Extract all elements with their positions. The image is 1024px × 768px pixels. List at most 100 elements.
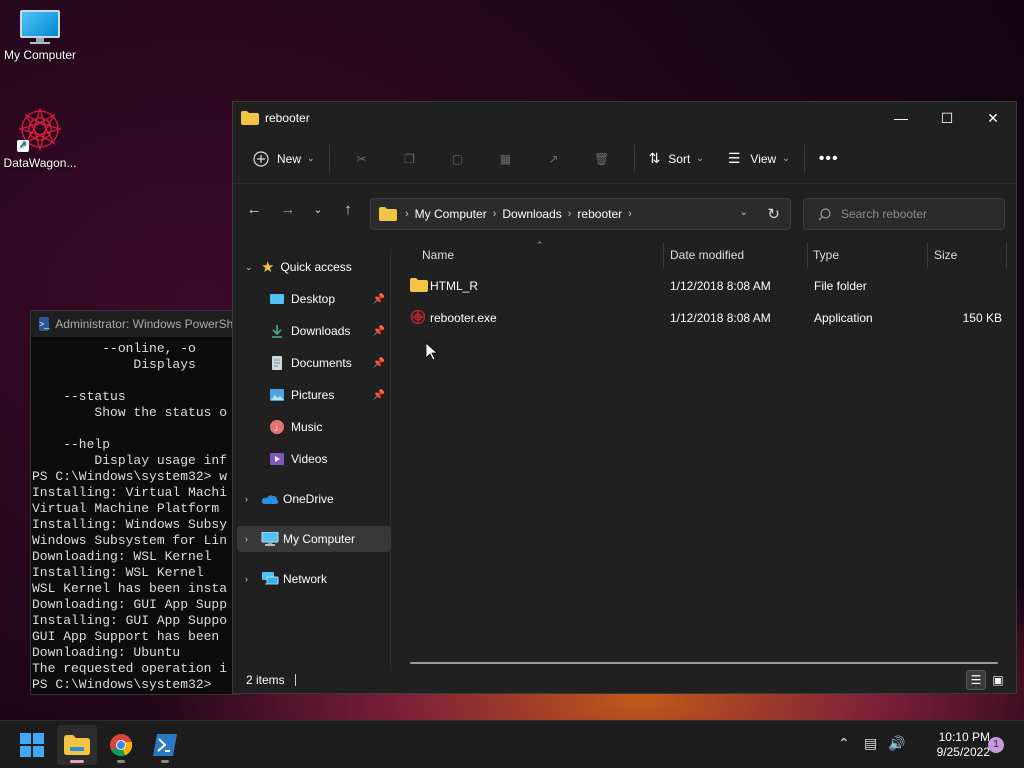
breadcrumb-rebooter[interactable]: rebooter (577, 207, 622, 221)
maximize-button[interactable]: ☐ (924, 102, 970, 134)
view-button[interactable]: ☰ View ⌄ (722, 143, 796, 175)
delete-button[interactable]: 🗑 (578, 143, 626, 175)
ellipsis-icon: ••• (818, 149, 839, 167)
clock[interactable]: 10:10 PM 9/25/2022 (918, 730, 990, 760)
time: 10:10 PM (938, 730, 990, 744)
window-title: rebooter (265, 111, 310, 125)
windows-logo-icon (20, 733, 44, 757)
column-size[interactable]: Size (934, 248, 957, 262)
column-date-modified[interactable]: Date modified (670, 248, 744, 262)
chevron-down-icon[interactable]: ⌄ (245, 262, 253, 273)
forward-button[interactable]: → (273, 201, 303, 218)
cloud-icon (261, 492, 279, 506)
chevron-down-icon: ⌄ (313, 203, 323, 216)
file-row-html-r[interactable]: HTML_R 1/12/2018 8:08 AM File folder (406, 272, 1002, 300)
share-icon: ↗ (548, 151, 559, 166)
nav-item-music[interactable]: ♪ Music (237, 414, 391, 440)
desktop-icon-label: My Computer (3, 48, 77, 62)
file-row-rebooter-exe[interactable]: rebooter.exe 1/12/2018 8:08 AM Applicati… (406, 304, 1002, 332)
date: 9/25/2022 (936, 745, 990, 759)
horizontal-scrollbar[interactable] (410, 662, 998, 664)
explorer-titlebar[interactable]: rebooter — ☐ ✕ (233, 102, 1016, 134)
volume-icon[interactable]: 🔊 (888, 735, 905, 752)
powershell-titlebar[interactable]: >_ Administrator: Windows PowerShell (31, 311, 239, 337)
file-name: rebooter.exe (430, 311, 497, 325)
up-button[interactable]: ↑ (333, 201, 363, 218)
recent-locations-button[interactable]: ⌄ (303, 203, 333, 216)
chevron-right-icon[interactable]: › (493, 208, 497, 220)
folder-icon (64, 735, 90, 755)
nav-item-desktop[interactable]: Desktop 📌 (237, 286, 391, 312)
chevron-right-icon[interactable]: › (628, 208, 632, 220)
nav-network[interactable]: › Network (237, 566, 391, 592)
arrow-left-icon: ← (246, 200, 262, 218)
breadcrumb-downloads[interactable]: Downloads (502, 207, 561, 221)
search-box[interactable] (803, 198, 1005, 230)
file-date: 1/12/2018 8:08 AM (670, 311, 771, 325)
taskbar-powershell[interactable] (145, 725, 185, 765)
back-button[interactable]: ← (239, 201, 269, 218)
details-view-button[interactable]: ☰ (966, 670, 986, 690)
column-type[interactable]: Type (813, 248, 839, 262)
pin-icon[interactable]: 📌 (373, 358, 385, 369)
pin-icon[interactable]: 📌 (373, 326, 385, 337)
document-icon (269, 356, 285, 370)
nav-item-documents[interactable]: Documents 📌 (237, 350, 391, 376)
chevron-right-icon[interactable]: › (245, 534, 248, 544)
share-button[interactable]: ↗ (530, 143, 578, 175)
cut-button[interactable]: ✂ (338, 143, 386, 175)
rename-button[interactable]: ▦ (482, 143, 530, 175)
new-button[interactable]: New ⌄ (247, 143, 321, 175)
new-label: New (277, 151, 302, 166)
chevron-up-icon[interactable]: ⌃ (838, 735, 850, 752)
nav-label: Quick access (280, 260, 352, 274)
sort-button[interactable]: ⇅ Sort ⌄ (643, 143, 710, 175)
refresh-icon[interactable]: ↻ (767, 205, 780, 223)
column-name[interactable]: Name (422, 248, 454, 262)
nav-item-pictures[interactable]: Pictures 📌 (237, 382, 391, 408)
minimize-button[interactable]: — (878, 102, 924, 134)
desktop-icon (269, 292, 285, 306)
network-status-icon[interactable]: ▤ (864, 735, 877, 752)
file-name: HTML_R (430, 279, 479, 293)
nav-onedrive[interactable]: › OneDrive (237, 486, 391, 512)
nav-my-computer[interactable]: › My Computer (237, 526, 391, 552)
chevron-right-icon[interactable]: › (245, 494, 248, 504)
notification-badge[interactable]: 1 (988, 737, 1004, 753)
chevron-right-icon[interactable]: › (405, 208, 409, 220)
mouse-cursor-icon (426, 343, 438, 361)
chevron-right-icon[interactable]: › (245, 574, 248, 584)
chevron-right-icon[interactable]: › (568, 208, 572, 220)
file-explorer-window[interactable]: rebooter — ☐ ✕ New ⌄ ✂ ❐ ▢ ▦ ↗ 🗑 ⇅ Sort … (232, 101, 1017, 694)
powershell-window[interactable]: >_ Administrator: Windows PowerShell --o… (30, 310, 240, 695)
nav-item-downloads[interactable]: Downloads 📌 (237, 318, 391, 344)
copy-button[interactable]: ❐ (386, 143, 434, 175)
address-bar[interactable]: › My Computer › Downloads › rebooter › ⌄… (370, 198, 791, 230)
nav-label: Videos (291, 452, 328, 466)
taskbar-file-explorer[interactable] (57, 725, 97, 765)
search-input[interactable] (841, 207, 991, 221)
paste-button[interactable]: ▢ (434, 143, 482, 175)
column-headers: ⌃ Name Date modified Type Size (392, 240, 1016, 270)
breadcrumb-my-computer[interactable]: My Computer (415, 207, 487, 221)
download-arrow-icon (269, 324, 285, 338)
network-icon (261, 572, 279, 586)
powershell-icon (153, 734, 177, 756)
view-list-icon: ☰ (727, 150, 741, 166)
pin-icon[interactable]: 📌 (373, 294, 385, 305)
desktop-icon-my-computer[interactable]: My Computer (0, 10, 80, 62)
file-list: ⌃ Name Date modified Type Size HTML_R 1/… (392, 240, 1016, 670)
nav-item-videos[interactable]: Videos (237, 446, 391, 472)
tiles-view-button[interactable]: ▣ (988, 670, 1008, 690)
more-options-button[interactable]: ••• (813, 143, 845, 175)
address-dropdown-icon[interactable]: ⌄ (740, 207, 748, 218)
close-button[interactable]: ✕ (970, 102, 1016, 134)
desktop-icon-datawagon[interactable]: ↗ DataWagon... (0, 106, 80, 170)
nav-label: OneDrive (283, 492, 334, 506)
taskbar-chrome[interactable] (101, 725, 141, 765)
datawagon-logo-icon: ↗ (17, 106, 63, 152)
start-button[interactable] (12, 725, 52, 765)
pin-icon[interactable]: 📌 (373, 390, 385, 401)
nav-quick-access[interactable]: ⌄ ★ Quick access (237, 254, 391, 280)
music-icon: ♪ (269, 420, 285, 434)
